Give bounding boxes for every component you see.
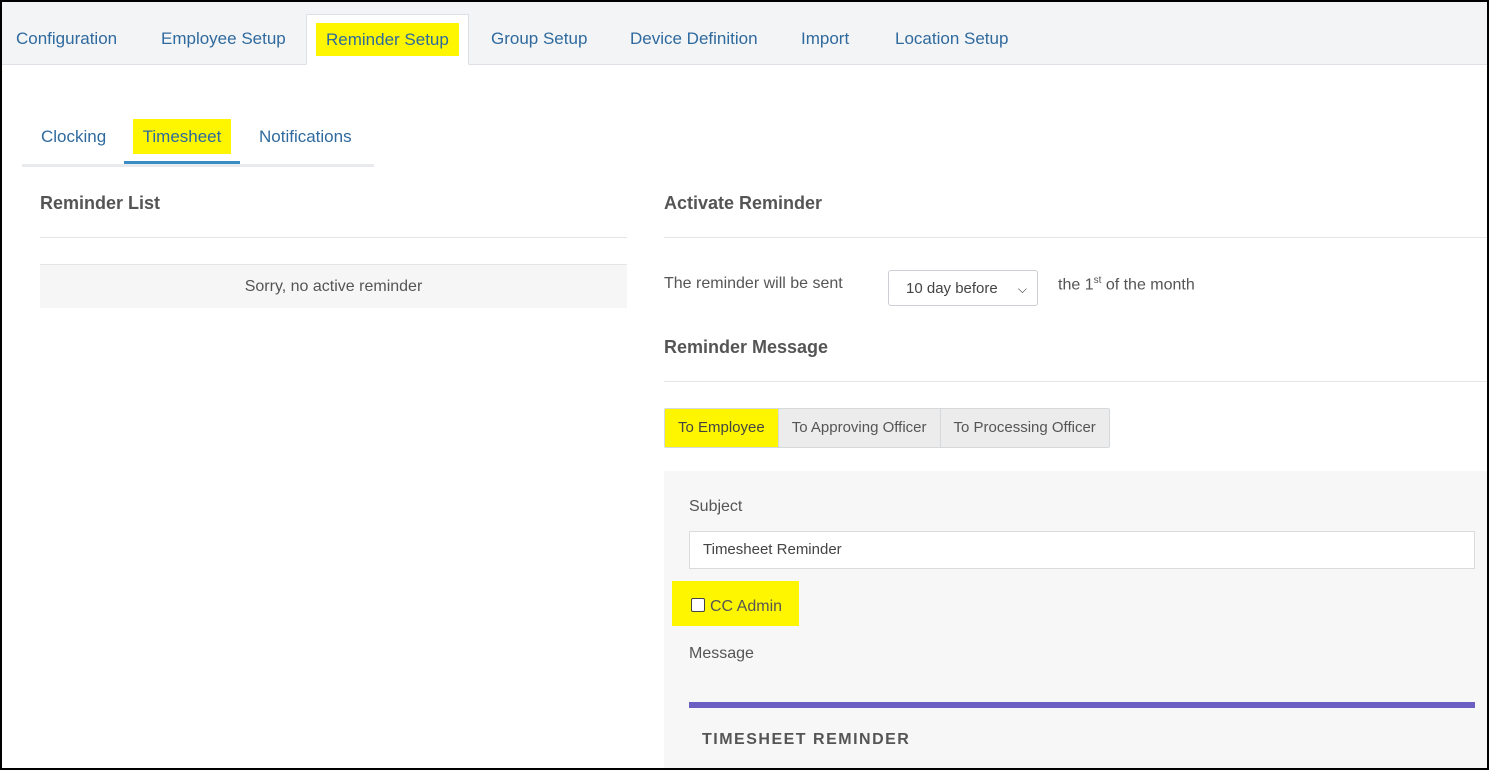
tab-import[interactable]: Import — [801, 2, 849, 64]
recipient-tab-group: To Employee To Approving Officer To Proc… — [664, 408, 1110, 448]
month-suffix-text: the 1st of the month — [1058, 275, 1195, 294]
tab-group-setup[interactable]: Group Setup — [491, 2, 587, 64]
reminder-sent-label: The reminder will be sent — [664, 275, 843, 292]
divider — [664, 381, 1487, 382]
tab-to-processing-officer[interactable]: To Processing Officer — [941, 409, 1109, 447]
email-header-bar — [689, 702, 1475, 708]
tab-timesheet[interactable]: Timesheet — [124, 114, 240, 164]
tab-to-approving-officer[interactable]: To Approving Officer — [779, 409, 941, 447]
tab-timesheet-label: Timesheet — [132, 119, 232, 154]
sub-tab-bar: Clocking Timesheet Notifications — [22, 114, 374, 167]
cc-admin-label[interactable]: CC Admin — [710, 598, 782, 616]
tab-employee-setup[interactable]: Employee Setup — [161, 2, 286, 64]
subject-label: Subject — [689, 498, 743, 515]
days-before-select[interactable]: 10 day before ⌵ — [888, 270, 1038, 306]
activate-reminder-title: Activate Reminder — [664, 193, 823, 213]
subject-input[interactable]: Timesheet Reminder — [689, 531, 1475, 569]
message-label: Message — [689, 645, 754, 662]
tab-clocking[interactable]: Clocking — [41, 114, 106, 164]
email-heading: TIMESHEET REMINDER — [702, 731, 911, 748]
reminder-list-title: Reminder List — [40, 193, 161, 213]
divider — [664, 237, 1487, 238]
top-tab-bar: Configuration Employee Setup Reminder Se… — [2, 2, 1487, 65]
tab-notifications[interactable]: Notifications — [259, 114, 352, 164]
divider — [40, 237, 627, 238]
tab-location-setup[interactable]: Location Setup — [895, 2, 1008, 64]
app-window: Configuration Employee Setup Reminder Se… — [0, 0, 1489, 770]
days-before-value: 10 day before — [906, 280, 998, 297]
reminder-message-title: Reminder Message — [664, 337, 829, 357]
tab-to-employee[interactable]: To Employee — [665, 409, 779, 447]
tab-configuration[interactable]: Configuration — [16, 2, 117, 64]
tab-reminder-setup[interactable]: Reminder Setup — [306, 14, 469, 65]
cc-admin-checkbox[interactable] — [691, 598, 705, 612]
tab-reminder-setup-label: Reminder Setup — [316, 23, 459, 56]
tab-device-definition[interactable]: Device Definition — [630, 2, 758, 64]
month-suffix-post: of the month — [1101, 276, 1195, 294]
empty-reminder-message: Sorry, no active reminder — [40, 264, 627, 308]
chevron-down-icon: ⌵ — [1017, 282, 1027, 296]
month-suffix-pre: the 1 — [1058, 276, 1094, 294]
